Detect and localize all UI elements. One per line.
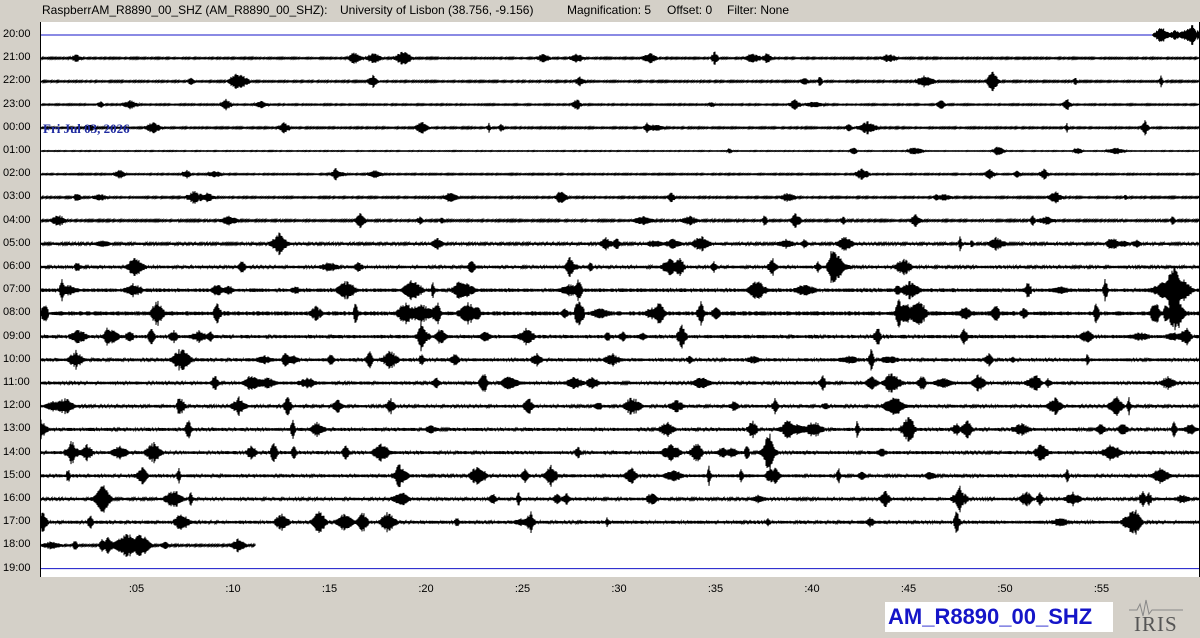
header-bar: RaspberrAM_R8890_00_SHZ (AM_R8890_00_SHZ…	[0, 0, 1200, 22]
minute-tick-label: :25	[514, 583, 531, 595]
hour-label: 11:00	[3, 376, 30, 388]
helicorder-plot	[40, 22, 1200, 577]
hour-label: 02:00	[3, 167, 31, 180]
hour-label: 13:00	[3, 422, 31, 435]
seismogram-trace	[41, 71, 1199, 92]
seismogram-trace	[41, 433, 1199, 472]
minute-tick-label: :20	[418, 583, 434, 595]
hour-label: 00:00	[3, 120, 31, 133]
minute-tick-label: :30	[611, 583, 627, 595]
minute-tick-label: :50	[997, 583, 1013, 595]
minute-tick-label: :35	[707, 583, 724, 595]
hour-label: 20:00	[3, 28, 31, 40]
hour-label: 05:00	[3, 236, 31, 249]
hour-label: 01:00	[3, 144, 31, 156]
date-label: Fri Jul 03, 2026	[43, 121, 130, 136]
seismogram-trace	[41, 251, 1199, 283]
station-title: RaspberrAM_R8890_00_SHZ (AM_R8890_00_SHZ…	[42, 3, 328, 17]
hour-label: 18:00	[3, 538, 31, 551]
hour-label: 21:00	[3, 51, 31, 64]
minute-tick-label: :05	[128, 583, 145, 595]
seismogram-trace	[41, 168, 1199, 181]
seismogram-trace	[41, 417, 1199, 442]
iris-logo: IRIS	[1127, 596, 1185, 636]
hour-label: 10:00	[3, 352, 31, 365]
seismogram-trace	[41, 120, 1199, 136]
seismogram-trace	[41, 98, 1199, 111]
magnification-text: Magnification: 5	[567, 3, 652, 17]
hour-labels: 20:00 21:00 22:00 23:00 00:00 01:00 02:00 03:00…	[0, 0, 40, 580]
seismogram-traces	[41, 25, 1199, 570]
seismogram-trace	[41, 213, 1199, 229]
seismogram-trace	[41, 146, 1199, 156]
logo-text: IRIS	[1134, 612, 1178, 636]
hour-label: 09:00	[3, 329, 31, 342]
hour-label: 06:00	[3, 260, 31, 272]
minute-tick-label: :40	[804, 583, 820, 595]
minute-tick-label: :10	[225, 583, 241, 595]
station-label-box: AM_R8890_00_SHZ	[885, 602, 1113, 632]
seismogram-trace	[41, 464, 1199, 488]
hour-label: 14:00	[3, 445, 31, 458]
hour-label: 04:00	[3, 213, 31, 226]
seismogram-trace	[1152, 25, 1199, 45]
hour-label: 03:00	[3, 190, 31, 203]
seismogram-trace	[41, 266, 1199, 314]
seismogram-trace	[41, 509, 1199, 535]
seismogram-trace	[41, 51, 1199, 65]
seismogram-trace	[41, 191, 1199, 204]
seismogram-trace	[41, 534, 256, 557]
offset-text: Offset: 0	[667, 3, 713, 17]
hour-label: 23:00	[3, 97, 31, 110]
hour-label: 15:00	[3, 468, 31, 481]
hour-label: 08:00	[3, 306, 31, 319]
seismogram-trace	[41, 321, 1199, 352]
seismogram-trace	[41, 232, 1199, 256]
minute-tick-label: :15	[321, 583, 338, 595]
seismogram-trace	[41, 349, 1199, 371]
filter-text: Filter: None	[727, 3, 790, 17]
hour-label: 12:00	[3, 399, 31, 412]
hour-label: 19:00	[3, 561, 31, 574]
hour-label: 17:00	[3, 515, 31, 528]
station-label: AM_R8890_00_SHZ	[888, 604, 1093, 629]
hour-label: 16:00	[3, 492, 31, 504]
seismogram-trace	[41, 396, 1199, 417]
minute-tick-label: :55	[1093, 583, 1110, 595]
hour-label: 22:00	[3, 74, 31, 87]
seismogram-trace	[41, 296, 1199, 331]
seismogram-trace	[41, 373, 1199, 393]
location-text: University of Lisbon (38.756, -9.156)	[340, 3, 534, 17]
hour-label: 07:00	[3, 283, 31, 296]
minute-tick-label: :45	[900, 583, 917, 595]
seismogram-trace	[41, 485, 1199, 513]
minute-axis: :05 :10 :15 :20 :25 :30 :35 :40 :45 :50 :55	[40, 578, 1200, 602]
